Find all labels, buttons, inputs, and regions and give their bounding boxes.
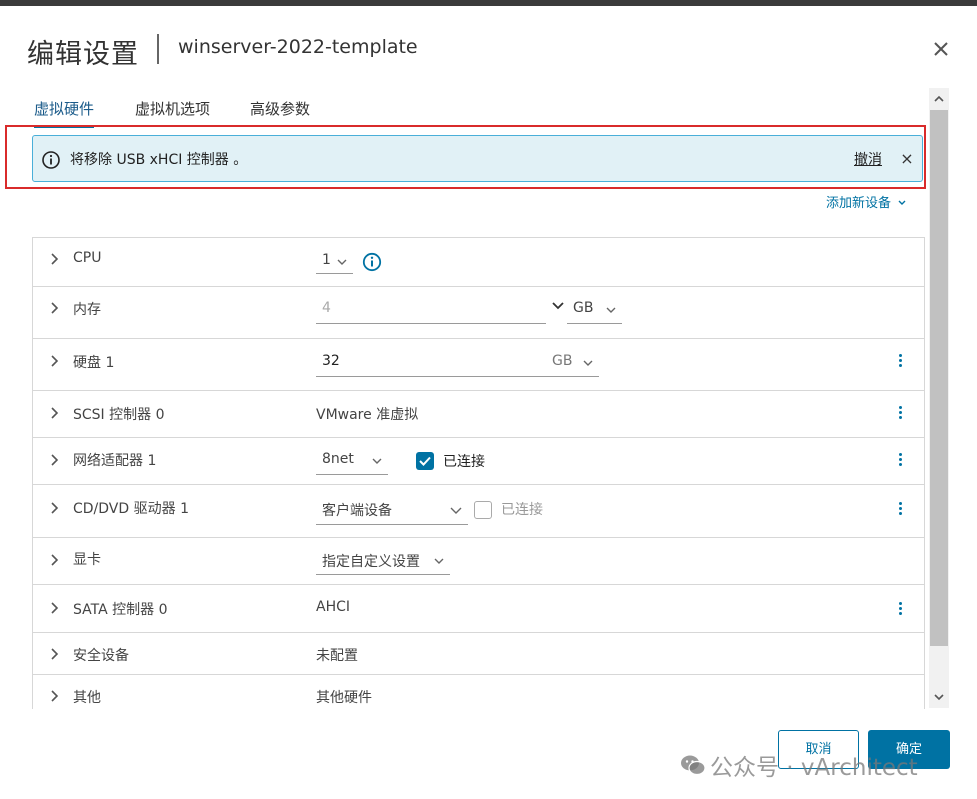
network-actions-kebab-icon[interactable] bbox=[895, 451, 905, 471]
memory-label: 内存 bbox=[73, 302, 101, 318]
chevron-down-icon bbox=[606, 307, 616, 313]
video-card-label: 显卡 bbox=[73, 552, 101, 568]
virtual-hardware-list: CPU 1 内存 4 GB 硬盘 1 32 GB SCSI 控制器 0 VMwa… bbox=[32, 237, 925, 709]
sata-actions-kebab-icon[interactable] bbox=[895, 600, 905, 620]
info-alert: 将移除 USB xHCI 控制器 。 撤消 × bbox=[32, 135, 923, 182]
chevron-right-icon[interactable] bbox=[49, 553, 59, 567]
dialog-title: 编辑设置 bbox=[27, 39, 139, 70]
chevron-right-icon[interactable] bbox=[49, 501, 59, 515]
title-divider bbox=[157, 34, 159, 64]
hardware-row-security-devices: 安全设备 未配置 bbox=[33, 633, 924, 675]
hardware-row-scsi-controller: SCSI 控制器 0 VMware 准虚拟 bbox=[33, 391, 924, 438]
hardware-row-other: 其他 其他硬件 bbox=[33, 675, 924, 709]
network-adapter-label: 网络适配器 1 bbox=[73, 453, 157, 469]
cpu-count-value: 1 bbox=[322, 252, 331, 268]
chevron-down-icon bbox=[898, 200, 906, 205]
close-icon bbox=[934, 42, 948, 56]
scsi-actions-kebab-icon[interactable] bbox=[895, 404, 905, 424]
chevron-right-icon[interactable] bbox=[49, 354, 59, 368]
disk-label: 硬盘 1 bbox=[73, 355, 115, 371]
memory-dropdown-chevron-icon[interactable] bbox=[552, 301, 564, 311]
other-label: 其他 bbox=[73, 690, 101, 706]
watermark: 公众号 · vArchitect bbox=[676, 746, 956, 781]
scrollbar[interactable] bbox=[929, 88, 949, 708]
cd-dvd-connected-checkbox[interactable] bbox=[474, 501, 492, 519]
scsi-controller-label: SCSI 控制器 0 bbox=[73, 407, 165, 423]
chevron-down-icon bbox=[450, 507, 462, 514]
chevron-right-icon[interactable] bbox=[49, 252, 59, 266]
tab-vm-options[interactable]: 虚拟机选项 bbox=[135, 94, 210, 128]
hardware-row-memory: 内存 4 GB bbox=[33, 287, 924, 339]
undo-link[interactable]: 撤消 bbox=[854, 149, 882, 169]
checkmark-icon bbox=[419, 456, 431, 466]
wechat-icon bbox=[681, 755, 706, 776]
scrollbar-thumb[interactable] bbox=[930, 110, 948, 646]
chevron-down-icon bbox=[337, 259, 347, 265]
add-new-device-button[interactable]: 添加新设备 bbox=[826, 192, 907, 211]
hardware-row-video-card: 显卡 指定自定义设置 bbox=[33, 538, 924, 585]
alert-message: 将移除 USB xHCI 控制器 。 bbox=[70, 152, 248, 168]
close-button[interactable] bbox=[928, 36, 954, 62]
hardware-row-network-adapter: 网络适配器 1 8net 已连接 bbox=[33, 438, 924, 485]
cd-dvd-select[interactable]: 客户端设备 bbox=[316, 500, 468, 525]
chevron-right-icon[interactable] bbox=[49, 647, 59, 661]
network-connected-label: 已连接 bbox=[443, 454, 485, 470]
memory-unit-value: GB bbox=[573, 300, 594, 316]
disk-unit-value: GB bbox=[552, 353, 573, 369]
chevron-right-icon[interactable] bbox=[49, 689, 59, 703]
video-card-value: 指定自定义设置 bbox=[322, 554, 420, 570]
sata-controller-label: SATA 控制器 0 bbox=[73, 602, 168, 618]
disk-size-input[interactable]: 32 bbox=[316, 353, 546, 377]
hardware-row-cd-dvd-drive: CD/DVD 驱动器 1 客户端设备 已连接 bbox=[33, 485, 924, 538]
hardware-row-disk: 硬盘 1 32 GB bbox=[33, 339, 924, 391]
vm-name: winserver-2022-template bbox=[178, 36, 418, 58]
chevron-down-icon bbox=[583, 360, 593, 366]
disk-actions-kebab-icon[interactable] bbox=[895, 352, 905, 372]
add-device-label: 添加新设备 bbox=[826, 196, 892, 211]
other-value: 其他硬件 bbox=[316, 690, 372, 706]
scroll-down-arrow-icon[interactable] bbox=[929, 686, 949, 708]
scroll-up-arrow-icon[interactable] bbox=[929, 88, 949, 110]
cd-dvd-value: 客户端设备 bbox=[322, 503, 392, 519]
sata-controller-value: AHCI bbox=[316, 599, 351, 615]
network-connected-checkbox[interactable] bbox=[416, 452, 434, 470]
hardware-row-sata-controller: SATA 控制器 0 AHCI bbox=[33, 585, 924, 633]
security-devices-value: 未配置 bbox=[316, 648, 358, 664]
chevron-right-icon[interactable] bbox=[49, 301, 59, 315]
memory-unit-select[interactable]: GB bbox=[567, 300, 622, 324]
tab-advanced-parameters[interactable]: 高级参数 bbox=[250, 94, 310, 128]
scsi-controller-value: VMware 准虚拟 bbox=[316, 407, 419, 423]
video-card-select[interactable]: 指定自定义设置 bbox=[316, 551, 450, 575]
network-value: 8net bbox=[322, 451, 354, 467]
info-icon bbox=[42, 151, 60, 169]
cpu-count-select[interactable]: 1 bbox=[316, 252, 353, 274]
network-select[interactable]: 8net bbox=[316, 451, 388, 475]
cd-dvd-actions-kebab-icon[interactable] bbox=[895, 500, 905, 520]
chevron-down-icon bbox=[372, 458, 382, 464]
cpu-info-icon[interactable] bbox=[362, 252, 382, 272]
disk-unit-select[interactable]: GB bbox=[546, 353, 599, 377]
edit-settings-dialog: 编辑设置 winserver-2022-template 虚拟硬件 虚拟机选项 … bbox=[0, 6, 977, 799]
cpu-label: CPU bbox=[73, 250, 102, 266]
security-devices-label: 安全设备 bbox=[73, 648, 129, 664]
chevron-right-icon[interactable] bbox=[49, 453, 59, 467]
chevron-down-icon bbox=[434, 558, 444, 564]
memory-size-input[interactable]: 4 bbox=[316, 300, 546, 324]
alert-close-icon[interactable]: × bbox=[899, 150, 915, 168]
chevron-right-icon[interactable] bbox=[49, 601, 59, 615]
cd-dvd-connected-label: 已连接 bbox=[501, 502, 543, 518]
chevron-right-icon[interactable] bbox=[49, 406, 59, 420]
hardware-row-cpu: CPU 1 bbox=[33, 238, 924, 287]
cd-dvd-label: CD/DVD 驱动器 1 bbox=[73, 501, 189, 517]
tab-virtual-hardware[interactable]: 虚拟硬件 bbox=[34, 94, 95, 128]
watermark-text: 公众号 · vArchitect bbox=[710, 755, 918, 781]
